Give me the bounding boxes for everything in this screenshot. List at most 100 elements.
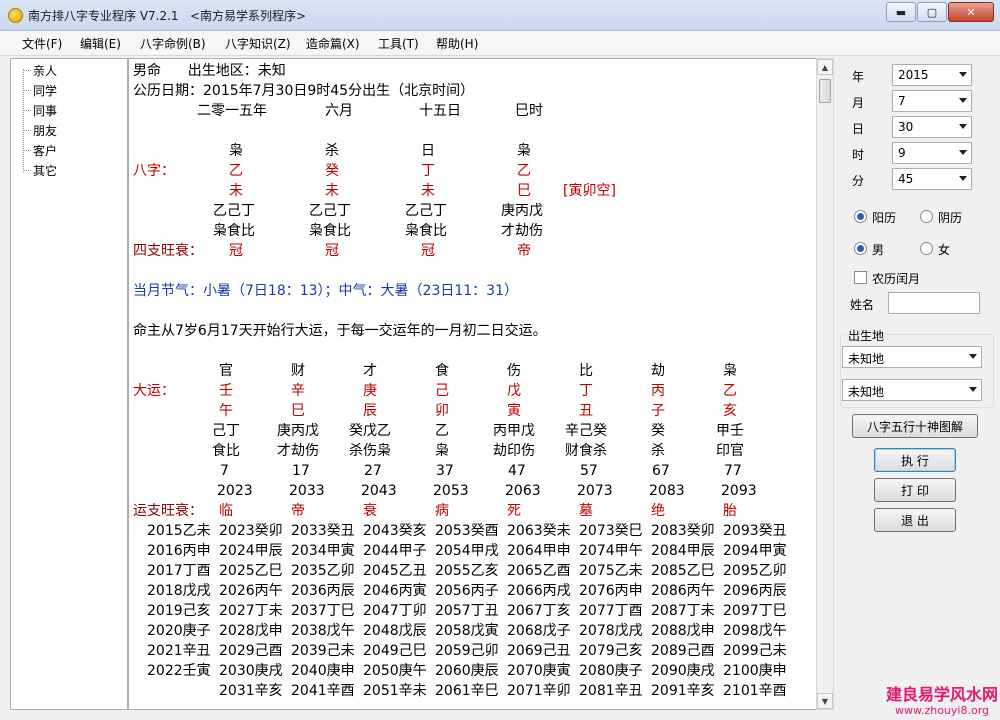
month-label: 月 [852,96,865,110]
heavenly-stem: 丁 [421,163,435,179]
pillar-god: 枭 [517,143,531,159]
dayun-hidden-stems: 甲壬 [716,423,744,439]
tree-tick [23,150,31,151]
hour-select[interactable]: 9 [892,142,972,164]
birthplace-city-value: 未知地 [848,385,885,399]
wangshuai-value: 冠 [325,243,339,259]
birthplace-city-select[interactable]: 未知地 [842,379,982,401]
header-solar-date: 公历日期：2015年7月30日9时45分出生（北京时间） [133,83,475,99]
tree-item-classmates[interactable]: 同学 [33,82,57,99]
menu-bazi-cases[interactable]: 八字命例(B) [140,35,206,52]
print-button[interactable]: 打 印 [874,478,956,502]
liunian-cell: 2029己酉 [219,643,283,659]
liunian-cell: 2091辛亥 [651,683,715,699]
tree-tick [23,110,31,111]
tree-item-others[interactable]: 其它 [33,162,57,179]
hidden-gods: 枭食比 [405,223,447,239]
male-radio[interactable] [854,242,867,255]
liunian-cell: 2070庚寅 [507,663,571,679]
liunian-cell: 2033癸丑 [291,523,355,539]
liunian-cell: 2058戊寅 [435,623,499,639]
tree-tick [23,90,31,91]
dayun-stem: 庚 [363,383,377,399]
menu-edit[interactable]: 编辑(E) [80,35,121,52]
dayun-wangshuai: 临 [219,503,233,519]
close-button[interactable]: ✕ [948,2,994,22]
liunian-cell: 2043癸亥 [363,523,427,539]
month-select[interactable]: 7 [892,90,972,112]
liunian-cell: 2080庚子 [579,663,643,679]
liunian-cell: 2100庚申 [723,663,787,679]
tree-tick [23,130,31,131]
name-input[interactable] [888,292,980,314]
menu-help[interactable]: 帮助(H) [436,35,478,52]
lunar-radio[interactable] [920,210,933,223]
liunian-cell: 2047丁卯 [363,603,427,619]
birthplace-province-select[interactable]: 未知地 [842,346,982,368]
heavenly-stem: 乙 [229,163,243,179]
dayun-wangshuai: 胎 [723,503,737,519]
scroll-up-button[interactable]: ▲ [817,59,833,75]
kongwang-note: [寅卯空] [563,183,616,199]
liunian-cell: 2045乙丑 [363,563,427,579]
female-radio[interactable] [920,242,933,255]
dayun-wangshuai: 病 [435,503,449,519]
tree-tick [23,170,31,171]
minute-select[interactable]: 45 [892,168,972,190]
tree-item-colleagues[interactable]: 同事 [33,102,57,119]
solar-radio[interactable] [854,210,867,223]
menu-tools[interactable]: 工具(T) [378,35,419,52]
tree-item-relatives[interactable]: 亲人 [33,62,57,79]
dayun-age: 37 [436,463,454,479]
hidden-stems: 庚丙戊 [501,203,543,219]
liunian-cell: 2022壬寅 [147,663,211,679]
luck-start-info: 命主从7岁6月17天开始行大运，于每一交运年的一月初二日交运。 [133,323,547,339]
dayun-year: 2033 [289,483,325,499]
dayun-branch: 亥 [723,403,737,419]
liunian-cell: 2039己未 [291,643,355,659]
dayun-god: 伤 [507,363,521,379]
tree-item-friends[interactable]: 朋友 [33,122,57,139]
maximize-button[interactable]: ▢ [917,2,947,22]
hour-label: 时 [852,148,865,162]
month-value: 7 [898,94,906,108]
leap-month-checkbox[interactable] [854,271,867,284]
liunian-cell: 2055乙亥 [435,563,499,579]
minute-value: 45 [898,172,914,186]
scroll-thumb[interactable] [819,79,831,103]
year-select[interactable]: 2015 [892,64,972,86]
diagram-button[interactable]: 八字五行十神图解 [852,414,978,438]
earthly-branch: 未 [421,183,435,199]
menu-file[interactable]: 文件(F) [22,35,62,52]
chart-output[interactable]: 男命 出生地区：未知 公历日期：2015年7月30日9时45分出生（北京时间） … [128,58,818,710]
dayun-year: 2043 [361,483,397,499]
liunian-cell: 2059己卯 [435,643,499,659]
dayun-hidden-gods: 劫印伤 [493,443,535,459]
dayun-branch: 丑 [579,403,593,419]
text-scrollbar[interactable]: ▲ ▼ [816,58,834,710]
dayun-god: 比 [579,363,593,379]
dayun-god: 才 [363,363,377,379]
menu-bar: 文件(F) 编辑(E) 八字命例(B) 八字知识(Z) 造命篇(X) 工具(T)… [0,31,1000,56]
dayun-year: 2023 [217,483,253,499]
menu-bazi-knowledge[interactable]: 八字知识(Z) [225,35,291,52]
tree-item-clients[interactable]: 客户 [33,142,57,159]
liunian-cell: 2081辛丑 [579,683,643,699]
dayun-stem: 己 [435,383,449,399]
dayun-hidden-stems: 癸戊乙 [349,423,391,439]
liunian-cell: 2084甲辰 [651,543,715,559]
day-select[interactable]: 30 [892,116,972,138]
birthplace-label: 出生地 [846,327,887,344]
exit-button[interactable]: 退 出 [874,508,956,532]
menu-zaoming[interactable]: 造命篇(X) [306,35,360,52]
year-value: 2015 [898,68,929,82]
run-button[interactable]: 执 行 [874,448,956,472]
watermark-url: www.zhouyi8.org [894,704,990,717]
dayun-age: 57 [580,463,598,479]
tree-guide-line [23,69,25,173]
minimize-button[interactable]: ▬ [886,2,916,22]
scroll-down-button[interactable]: ▼ [817,693,833,709]
liunian-cell: 2096丙辰 [723,583,787,599]
liunian-cell: 2044甲子 [363,543,427,559]
liunian-cell: 2078戊戌 [579,623,643,639]
